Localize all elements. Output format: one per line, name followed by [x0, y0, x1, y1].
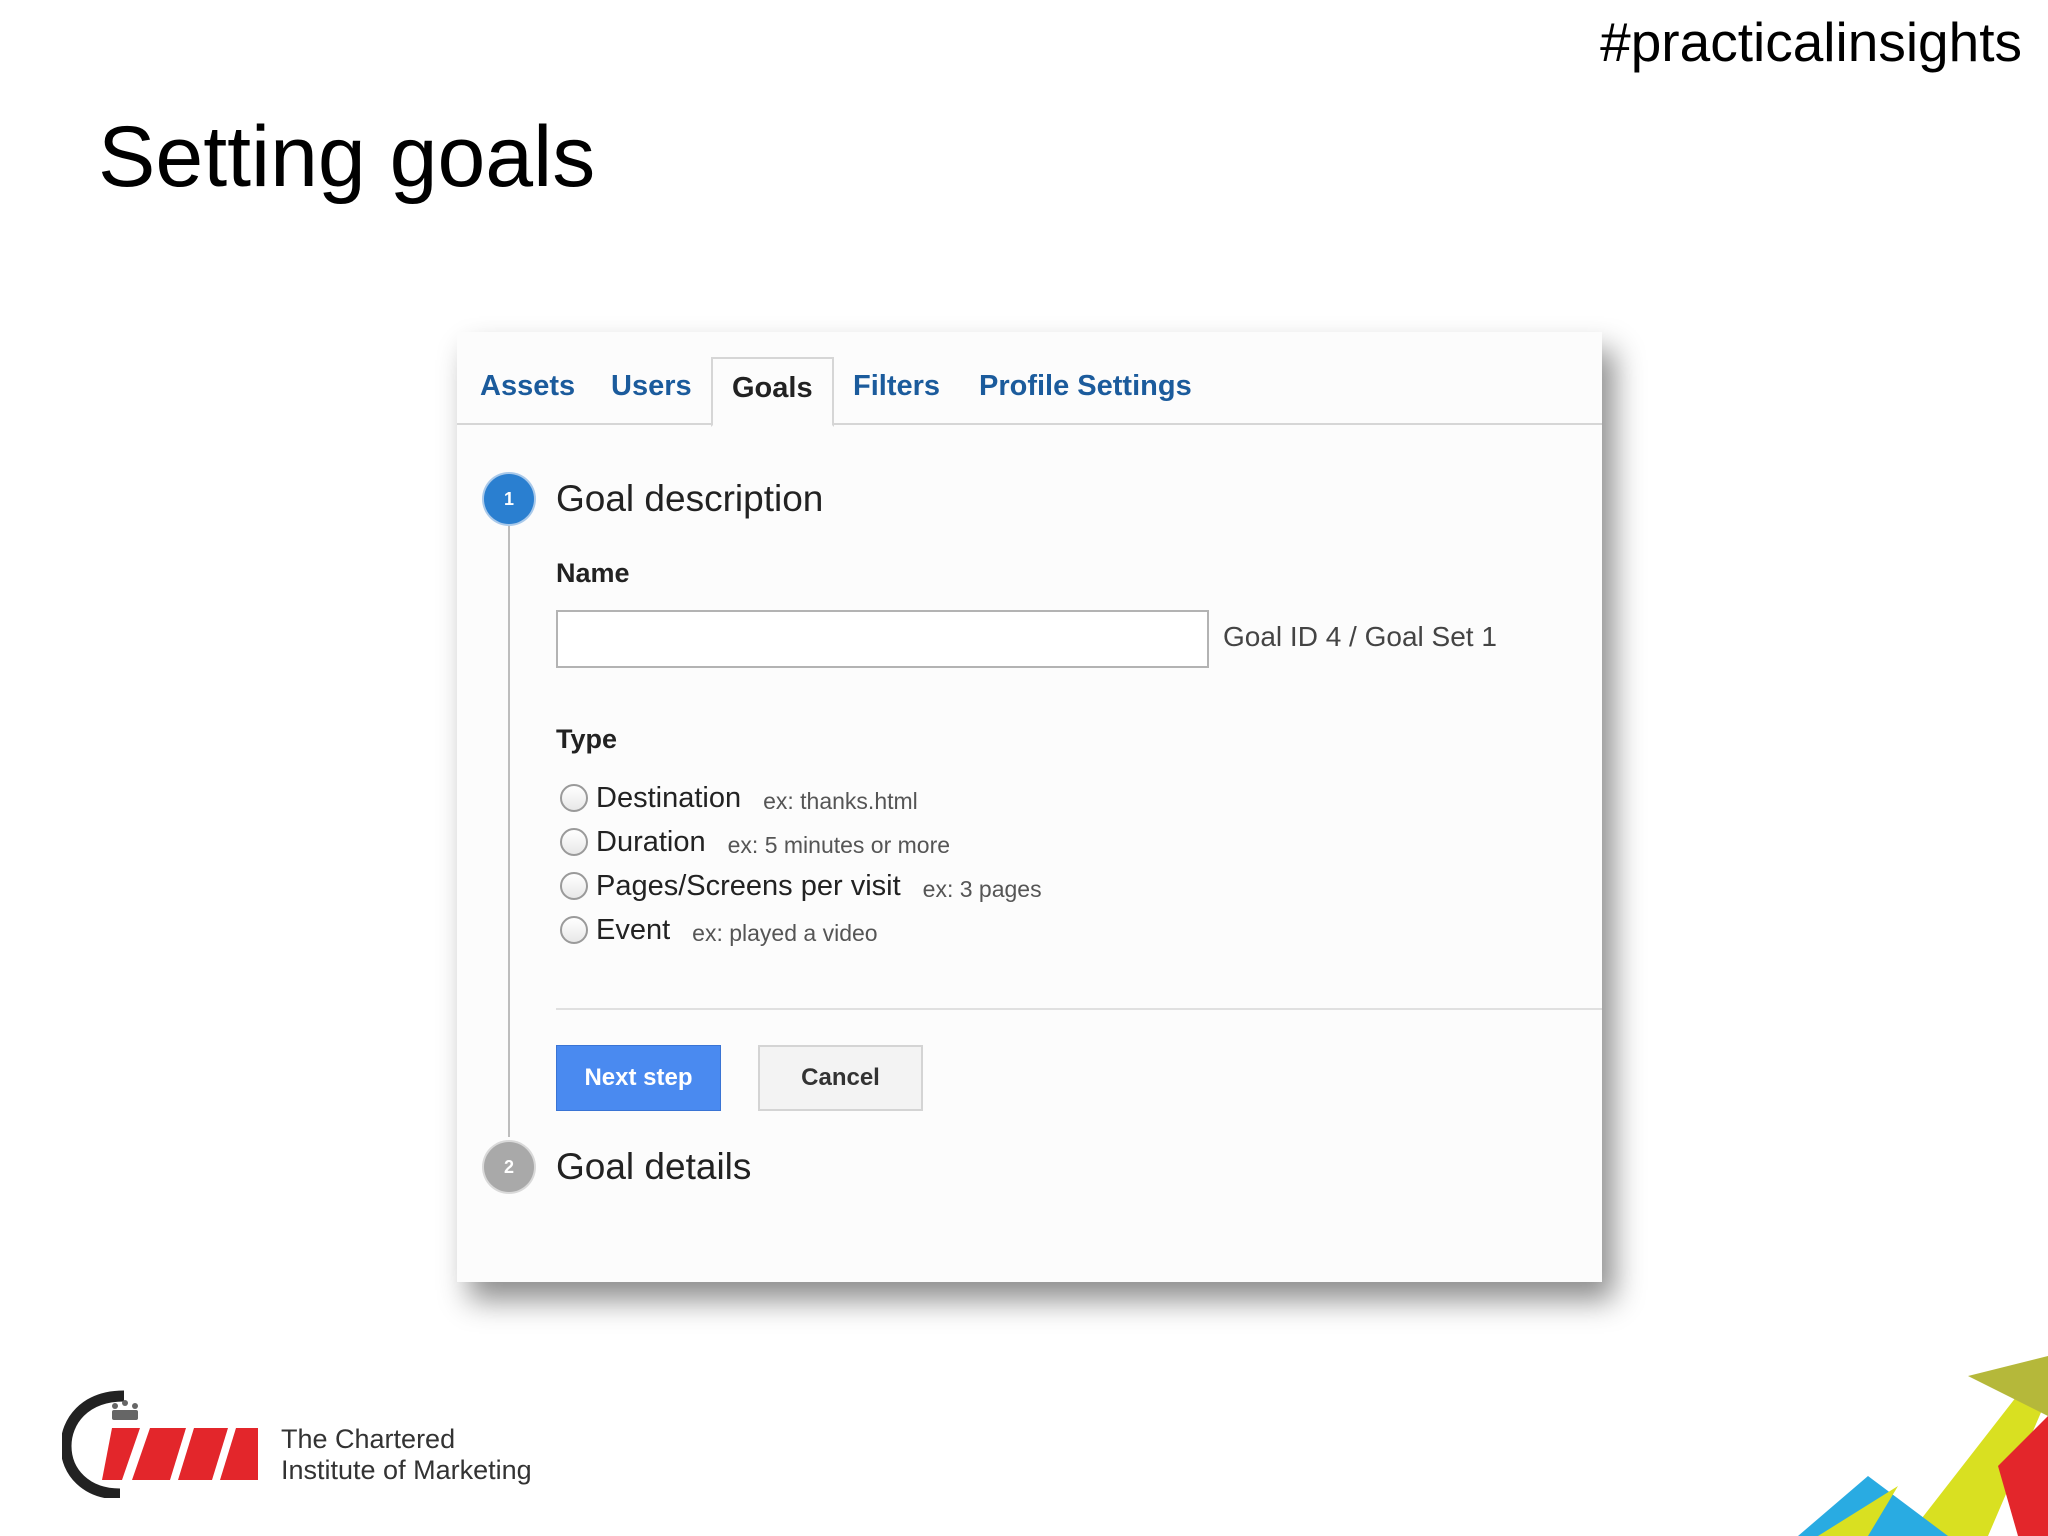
slide-title: Setting goals — [98, 109, 596, 205]
option-label: Event — [596, 913, 671, 946]
section-divider — [556, 1008, 1602, 1010]
type-label: Type — [556, 724, 618, 754]
radio-duration[interactable] — [560, 828, 588, 856]
option-label: Destination — [596, 781, 742, 814]
goal-id-text: Goal ID 4 / Goal Set 1 — [1223, 621, 1497, 652]
decorative-corner-shapes-icon — [1798, 1356, 2048, 1536]
logo-line-2: Institute of Marketing — [281, 1455, 532, 1485]
option-example: ex: 5 minutes or more — [727, 831, 951, 858]
goal-name-input[interactable] — [556, 610, 1209, 668]
type-option-destination[interactable]: Destination ex: thanks.html — [560, 780, 918, 816]
type-option-pages-per-visit[interactable]: Pages/Screens per visit ex: 3 pages — [560, 868, 1042, 904]
tab-bar: Assets Users Goals Filters Profile Setti… — [457, 332, 1602, 427]
tab-goals[interactable]: Goals — [711, 357, 834, 427]
tab-filters[interactable]: Filters — [853, 370, 940, 403]
step-1-badge: 1 — [484, 474, 534, 524]
cancel-button[interactable]: Cancel — [758, 1045, 923, 1111]
cim-logo: The Chartered Institute of Marketing — [60, 1388, 542, 1500]
cim-logo-mark-icon — [60, 1390, 258, 1500]
tab-profile-settings[interactable]: Profile Settings — [979, 370, 1192, 403]
logo-line-1: The Chartered — [281, 1424, 456, 1454]
option-label: Pages/Screens per visit — [596, 869, 901, 902]
goal-setup-panel: Assets Users Goals Filters Profile Setti… — [457, 332, 1602, 1282]
tab-users[interactable]: Users — [611, 370, 692, 403]
tab-assets[interactable]: Assets — [480, 370, 575, 403]
step-1-heading: Goal description — [556, 478, 824, 519]
option-label: Duration — [596, 825, 706, 858]
radio-destination[interactable] — [560, 784, 588, 812]
step-connector — [508, 497, 510, 1137]
option-example: ex: thanks.html — [763, 787, 918, 814]
slide: #practicalinsights Setting goals Assets … — [0, 0, 2048, 1536]
radio-pages-per-visit[interactable] — [560, 872, 588, 900]
type-option-duration[interactable]: Duration ex: 5 minutes or more — [560, 824, 950, 860]
type-option-event[interactable]: Event ex: played a video — [560, 912, 878, 948]
next-step-button[interactable]: Next step — [556, 1045, 721, 1111]
logo-text: The Chartered Institute of Marketing — [281, 1424, 532, 1486]
option-example: ex: played a video — [692, 919, 878, 946]
hashtag: #practicalinsights — [1600, 11, 2022, 73]
radio-event[interactable] — [560, 916, 588, 944]
option-example: ex: 3 pages — [922, 875, 1042, 902]
step-2-heading: Goal details — [556, 1146, 752, 1187]
step-2-badge: 2 — [484, 1142, 534, 1192]
name-label: Name — [556, 558, 630, 588]
